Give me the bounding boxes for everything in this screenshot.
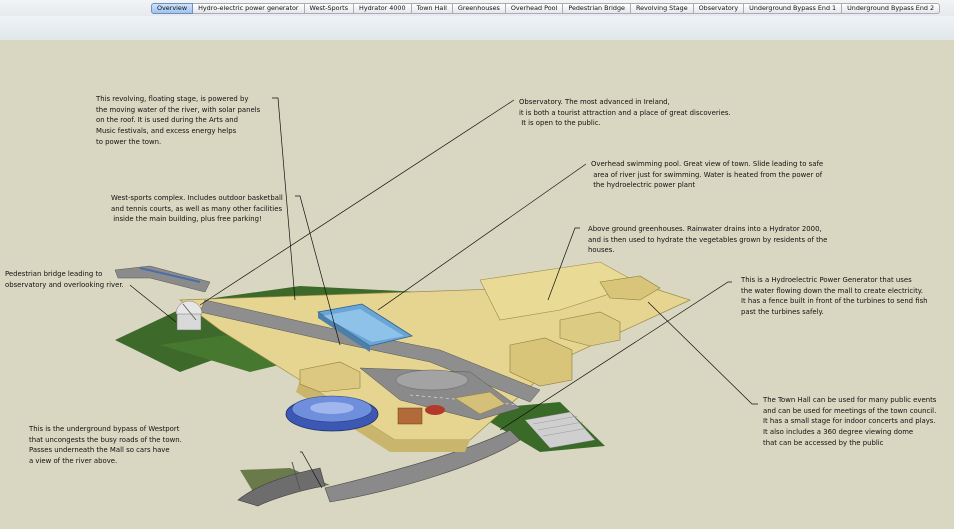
tab-underground-bypass-end-1[interactable]: Underground Bypass End 1	[744, 3, 843, 14]
observatory	[175, 300, 203, 331]
sky-band	[0, 16, 954, 40]
tab-pedestrian-bridge[interactable]: Pedestrian Bridge	[563, 3, 631, 14]
annotation-underground-bypass: This is the underground bypass of Westpo…	[29, 425, 182, 466]
annotation-greenhouses: Above ground greenhouses. Rainwater drai…	[588, 225, 828, 255]
tab-overview[interactable]: Overview	[151, 3, 194, 14]
tab-revolving-stage[interactable]: Revolving Stage	[630, 3, 694, 14]
annotation-revolving-stage: This revolving, floating stage, is power…	[96, 95, 261, 146]
tab-greenhouses[interactable]: Greenhouses	[452, 3, 506, 14]
tab-west-sports[interactable]: West-Sports	[304, 3, 355, 14]
annotation-west-sports: West-sports complex. Includes outdoor ba…	[111, 194, 283, 224]
tab-hydrator-4000[interactable]: Hydrator 4000	[354, 3, 412, 14]
scene-tabs: Overview Hydro-electric power generator …	[151, 3, 941, 14]
scene-tab-bar: Overview Hydro-electric power generator …	[0, 0, 954, 16]
annotation-hydroelectric-generator: This is a Hydroelectric Power Generator …	[741, 276, 928, 317]
annotation-overhead-pool: Overhead swimming pool. Great view of to…	[591, 160, 824, 190]
annotation-pedestrian-bridge: Pedestrian bridge leading to observatory…	[5, 270, 124, 289]
tab-observatory[interactable]: Observatory	[693, 3, 745, 14]
annotation-town-hall: The Town Hall can be used for many publi…	[763, 396, 937, 447]
tab-overhead-pool[interactable]: Overhead Pool	[505, 3, 564, 14]
tab-town-hall[interactable]: Town Hall	[411, 3, 453, 14]
tab-hydro-electric-power-generator[interactable]: Hydro-electric power generator	[193, 3, 305, 14]
annotation-observatory: Observatory. The most advanced in Irelan…	[519, 98, 731, 128]
tab-underground-bypass-end-2[interactable]: Underground Bypass End 2	[842, 3, 941, 14]
pedestrian-bridge	[114, 265, 211, 293]
